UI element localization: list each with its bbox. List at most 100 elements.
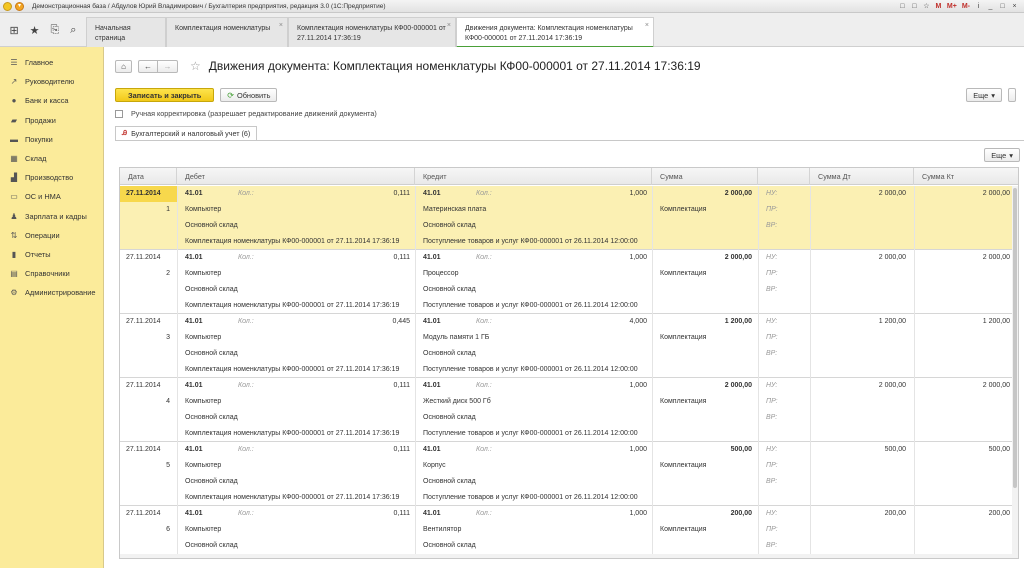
tab-label: Комплектация номенклатуры [175, 25, 271, 32]
column-content[interactable] [758, 168, 810, 185]
sidebar-item-operations[interactable]: ⇅ Операции [0, 226, 103, 245]
memory-icon[interactable]: M [935, 3, 942, 10]
favorite-star-icon[interactable]: ☆ [190, 59, 201, 73]
info-icon[interactable]: i [975, 3, 982, 10]
sidebar-item-label: Руководителю [25, 77, 75, 87]
sidebar-item-payroll[interactable]: ♟ Зарплата и кадры [0, 207, 103, 226]
sidebar-item-fixed-assets[interactable]: ▭ ОС и НМА [0, 187, 103, 206]
column-separator [415, 250, 416, 314]
table-more-button[interactable]: Еще ▾ [984, 148, 1020, 162]
table-row[interactable]: 27.11.2014 1 41.01 Кол.: 0,111 Компьютер Основ… [120, 186, 1013, 250]
manual-edit-label[interactable]: Ручная корректировка (разрешает редактир… [131, 109, 377, 118]
main-content: ⌂ ← → ☆ Движения документа: Комплектация… [105, 47, 1024, 568]
apps-grid-icon[interactable]: ⊞ [9, 24, 18, 37]
manual-edit-checkbox[interactable] [115, 109, 123, 118]
main-menu-icon[interactable]: ▾ [15, 1, 24, 11]
cell-line-number: 3 [166, 334, 170, 341]
column-separator [810, 314, 811, 378]
cell-credit-subconto-2: Основной склад [423, 542, 476, 549]
column-separator [810, 186, 811, 250]
favorites-star-icon[interactable]: ★ [30, 24, 40, 37]
window-tool-icon[interactable]: □ [911, 3, 918, 10]
sidebar-item-warehouse[interactable]: ▦ Склад [0, 149, 103, 168]
favorites-icon[interactable]: ☆ [923, 2, 930, 10]
column-sum[interactable]: Сумма [652, 168, 758, 185]
sidebar-item-label: Банк и касса [25, 96, 69, 106]
sidebar-item-label: Склад [25, 154, 47, 164]
close-icon[interactable]: × [645, 21, 649, 31]
save-close-button[interactable]: Записать и закрыть [115, 88, 215, 102]
column-credit[interactable]: Кредит [415, 168, 652, 185]
cell-debit-account: 41.01 [185, 318, 203, 325]
column-debit[interactable]: Дебет [177, 168, 415, 185]
cell-credit-account: 41.01 [423, 446, 441, 453]
column-sum-dt[interactable]: Сумма Дт [810, 168, 914, 185]
sidebar-item-sales[interactable]: ▰ Продажи [0, 111, 103, 130]
window-tool-icon[interactable]: □ [899, 3, 906, 10]
cell-sum-dt: 2 000,00 [878, 190, 906, 197]
close-window-icon[interactable]: × [1011, 3, 1018, 10]
sidebar-item-bank[interactable]: ● Банк и касса [0, 91, 103, 110]
minimize-icon[interactable]: _ [987, 3, 994, 10]
sidebar-item-director[interactable]: ↗ Руководителю [0, 72, 103, 91]
cell-debit-subconto-2: Основной склад [185, 542, 238, 549]
horizontal-scrollbar[interactable] [120, 554, 1018, 558]
column-separator [758, 506, 759, 558]
forward-button[interactable]: → [158, 59, 178, 73]
cell-sum-dt: 2 000,00 [878, 254, 906, 261]
sidebar-item-main[interactable]: ☰ Главное [0, 53, 103, 72]
table-row[interactable]: 27.11.2014 2 41.01 Кол.: 0,111 Компьютер Основ… [120, 250, 1013, 314]
sidebar-item-production[interactable]: ▟ Производство [0, 168, 103, 187]
cell-sum: 2 000,00 [724, 254, 752, 261]
refresh-button[interactable]: ⟳ Обновить [220, 88, 278, 102]
cell-debit-subconto-2: Основной склад [185, 478, 238, 485]
cell-date: 27.11.2014 [126, 446, 161, 453]
sidebar-item-label: Продажи [25, 115, 56, 125]
cell-pr-label: ПР: [766, 398, 778, 405]
cell-debit-subconto-3: Комплектация номенклатуры КФ00-000001 от… [185, 302, 400, 309]
sidebar-item-references[interactable]: ▤ Справочники [0, 264, 103, 283]
sidebar-item-label: Справочники [25, 269, 70, 279]
column-sum-kt[interactable]: Сумма Кт [914, 168, 1018, 185]
search-icon[interactable]: ⌕ [70, 24, 76, 37]
cell-nu-label: НУ: [766, 382, 778, 389]
table-row[interactable]: 27.11.2014 3 41.01 Кол.: 0,445 Компьютер Основ… [120, 314, 1013, 378]
tab-assembly-doc[interactable]: Комплектация номенклатуры КФ00-000001 от… [288, 17, 456, 47]
table-row[interactable]: 27.11.2014 5 41.01 Кол.: 0,111 Компьютер Основ… [120, 442, 1013, 506]
memory-plus-icon[interactable]: M+ [947, 3, 957, 10]
table-row[interactable]: 27.11.2014 4 41.01 Кол.: 0,111 Компьютер Основ… [120, 378, 1013, 442]
tab-document-movements[interactable]: Движения документа: Комплектация номенкл… [456, 17, 654, 48]
column-separator [914, 506, 915, 558]
history-icon[interactable]: ⎘ [51, 24, 60, 37]
cell-debit-qty: 0,445 [392, 318, 410, 325]
cell-content: Комплектация [660, 270, 707, 277]
sidebar-item-purchases[interactable]: ▬ Покупки [0, 130, 103, 149]
tab-assembly-list[interactable]: Комплектация номенклатуры × [166, 17, 288, 47]
more-button[interactable]: Еще ▾ [966, 88, 1002, 102]
sidebar-item-reports[interactable]: ▮ Отчеты [0, 245, 103, 264]
close-icon[interactable]: × [279, 21, 283, 31]
cell-credit-qty: 1,000 [629, 254, 647, 261]
close-icon[interactable]: × [447, 21, 451, 31]
maximize-icon[interactable]: □ [999, 3, 1006, 10]
memory-minus-icon[interactable]: M- [962, 3, 970, 10]
column-date[interactable]: Дата [120, 168, 177, 185]
table-row[interactable]: 27.11.2014 6 41.01 Кол.: 0,111 Компьютер Основ… [120, 506, 1013, 558]
cell-pr-label: ПР: [766, 206, 778, 213]
tab-home[interactable]: Начальная страница [86, 17, 166, 47]
home-button[interactable]: ⌂ [115, 59, 132, 73]
cell-credit-account: 41.01 [423, 318, 441, 325]
sidebar-item-administration[interactable]: ⚙ Администрирование [0, 283, 103, 302]
cell-credit-qty: 4,000 [629, 318, 647, 325]
cell-sum-kt: 500,00 [988, 446, 1010, 453]
back-button[interactable]: ← [138, 59, 158, 73]
tab-accounting[interactable]: Ꭿ Бухгалтерский и налоговый учет (6) [115, 126, 258, 141]
column-separator [810, 378, 811, 442]
help-button[interactable] [1008, 88, 1016, 102]
column-separator [810, 442, 811, 506]
cell-credit-qty-label: Кол.: [476, 318, 492, 325]
scroll-thumb[interactable] [1013, 188, 1017, 488]
cell-debit-qty-label: Кол.: [238, 382, 254, 389]
cell-sum-dt: 1 200,00 [878, 318, 906, 325]
vertical-scrollbar[interactable] [1012, 186, 1018, 558]
